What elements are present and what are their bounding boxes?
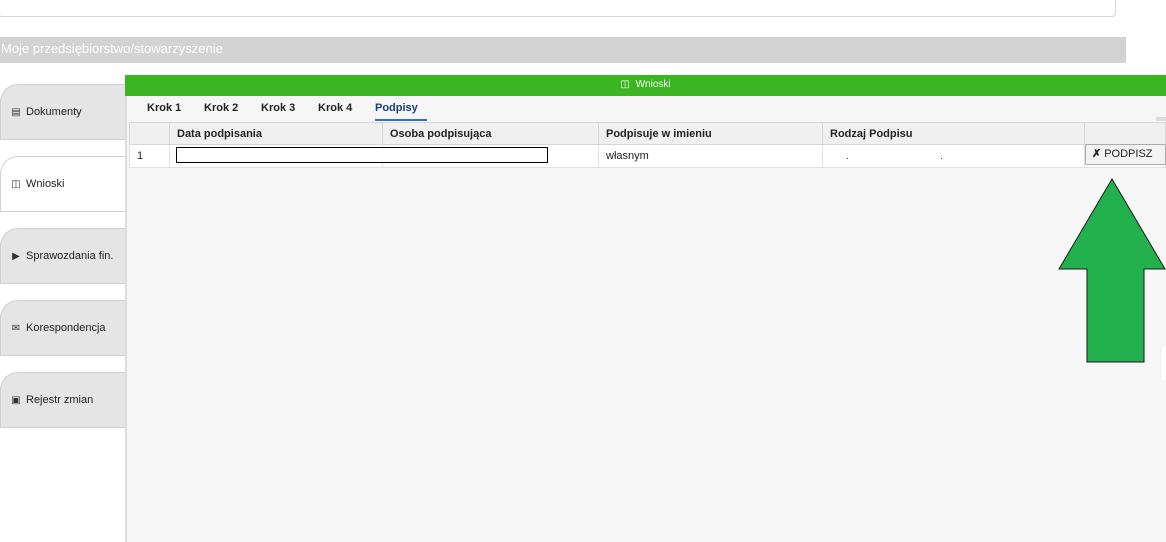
arrow-up-icon (1058, 178, 1166, 363)
steps-tabs: Krok 1 Krok 2 Krok 3 Krok 4 Podpisy (127, 97, 1166, 121)
sidebar-item-wnioski[interactable]: ◫ Wnioski (0, 156, 126, 212)
column-header-signature-type: Rodzaj Podpisu (822, 122, 1085, 145)
row-on-behalf: własnym (598, 144, 823, 168)
section-title: Moje przedsiębiorstwo/stowarzyszenie (1, 41, 223, 56)
content-area (127, 121, 1166, 542)
section-bar-gap (1126, 37, 1166, 63)
arrow-shape (1058, 178, 1166, 363)
panel-header: ◫ Wnioski (125, 75, 1166, 96)
document-icon: ▤ (11, 106, 21, 118)
sign-button[interactable]: ✗ PODPISZ (1085, 144, 1166, 165)
column-header-on-behalf: Podpisuje w imieniu (598, 122, 823, 145)
scroll-stub (1160, 347, 1166, 380)
section-title-bar: Moje przedsiębiorstwo/stowarzyszenie (0, 37, 1166, 63)
separator-dot: . (940, 151, 943, 162)
tab-podpisy[interactable]: Podpisy (375, 97, 427, 121)
envelope-icon: ✉ (11, 322, 21, 334)
table-header-row: Data podpisania Osoba podpisująca Podpis… (129, 122, 1166, 145)
tab-krok-4[interactable]: Krok 4 (318, 97, 352, 121)
signer-input-box[interactable] (176, 147, 548, 163)
top-panel-box (0, 0, 1116, 17)
tab-krok-3[interactable]: Krok 3 (261, 97, 295, 121)
row-index: 1 (129, 144, 170, 168)
column-header-signer: Osoba podpisująca (382, 122, 599, 145)
column-header-action (1084, 122, 1166, 145)
sidebar-item-label: Dokumenty (26, 106, 82, 118)
tab-krok-2[interactable]: Krok 2 (204, 97, 238, 121)
folder-open-icon: ▶ (12, 250, 20, 262)
sidebar-item-dokumenty[interactable]: ▤ Dokumenty (0, 84, 126, 140)
column-header-date: Data podpisania (169, 122, 383, 145)
sidebar-item-label: Korespondencja (26, 322, 106, 334)
briefcase-icon: ▣ (11, 394, 21, 406)
sign-icon: ✗ (1092, 148, 1102, 160)
separator-dot: . (846, 151, 849, 162)
scroll-stub (1156, 117, 1166, 121)
sidebar-item-korespondencja[interactable]: ✉ Korespondencja (0, 300, 126, 356)
sidebar-item-rejestr-zmian[interactable]: ▣ Rejestr zmian (0, 372, 126, 428)
file-icon: ◫ (11, 178, 21, 190)
sidebar-item-label: Rejestr zmian (26, 394, 94, 406)
row-signature-type (822, 144, 1085, 168)
panel-title: Wnioski (635, 79, 671, 90)
sign-button-label: PODPISZ (1104, 148, 1153, 160)
file-icon: ◫ (620, 79, 630, 90)
sidebar-item-label: Wnioski (26, 178, 65, 190)
column-header-index (129, 122, 170, 145)
sidebar-item-sprawozdania[interactable]: ▶ Sprawozdania fin. (0, 228, 126, 284)
tab-krok-1[interactable]: Krok 1 (147, 97, 181, 121)
sidebar-item-label: Sprawozdania fin. (26, 250, 114, 262)
